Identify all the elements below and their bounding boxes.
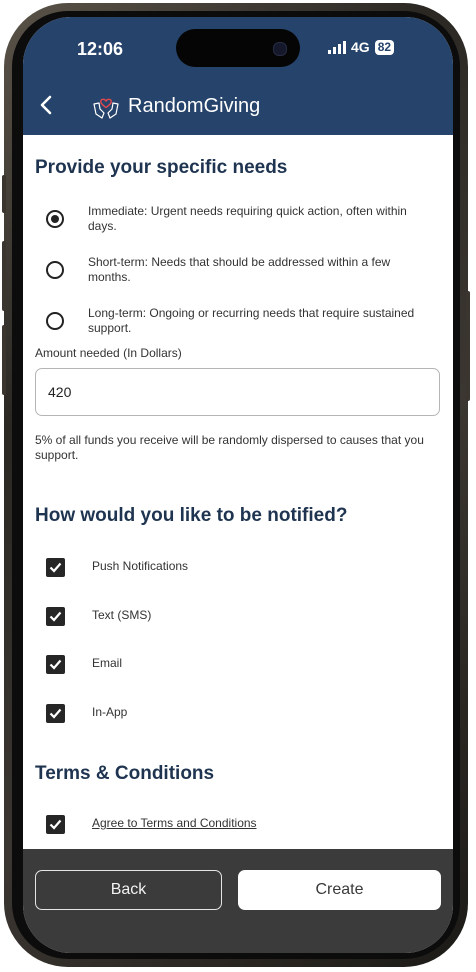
checkbox-in-app[interactable]: In-App xyxy=(23,701,453,727)
terms-heading: Terms & Conditions xyxy=(35,763,215,784)
notify-heading: How would you like to be notified? xyxy=(35,505,348,526)
radio-button[interactable] xyxy=(46,312,64,330)
needs-heading: Provide your specific needs xyxy=(35,157,288,178)
radio-label: Short-term: Needs that should be address… xyxy=(88,255,391,284)
radio-label: Immediate: Urgent needs requiring quick … xyxy=(88,204,407,233)
amount-input[interactable]: 420 xyxy=(35,368,440,416)
checkbox-label: Text (SMS) xyxy=(92,608,152,622)
status-indicators: 4G 82 xyxy=(328,39,395,55)
form-content: Provide your specific needs Immediate: U… xyxy=(23,135,453,849)
network-label: 4G xyxy=(351,39,370,55)
checkmark-icon xyxy=(49,819,62,830)
signal-icon xyxy=(328,40,346,54)
checkbox[interactable] xyxy=(46,815,65,834)
screen: 12:06 4G 82 RandomGiving Provide your sp… xyxy=(23,17,453,953)
volume-up-button xyxy=(2,241,6,311)
camera-icon xyxy=(273,42,287,56)
dynamic-island xyxy=(176,29,300,67)
checkbox-text-sms[interactable]: Text (SMS) xyxy=(23,604,453,630)
radio-option-short-term[interactable]: Short-term: Needs that should be address… xyxy=(23,252,453,292)
silent-switch xyxy=(2,175,6,213)
battery-icon: 82 xyxy=(374,39,395,55)
radio-option-long-term[interactable]: Long-term: Ongoing or recurring needs th… xyxy=(23,303,453,343)
create-button[interactable]: Create xyxy=(238,870,441,910)
radio-button[interactable] xyxy=(46,261,64,279)
checkmark-icon xyxy=(49,562,62,573)
checkbox-label: Email xyxy=(92,656,123,670)
checkbox-push-notifications[interactable]: Push Notifications xyxy=(23,555,453,581)
checkbox-label: Push Notifications xyxy=(92,559,189,573)
hands-heart-icon xyxy=(93,98,119,119)
checkmark-icon xyxy=(49,659,62,670)
checkbox-email[interactable]: Email xyxy=(23,652,453,678)
radio-button[interactable] xyxy=(46,210,64,228)
status-time: 12:06 xyxy=(77,39,124,59)
checkbox[interactable] xyxy=(46,558,65,577)
volume-down-button xyxy=(2,325,6,395)
funds-note: 5% of all funds you receive will be rand… xyxy=(35,433,424,462)
checkbox[interactable] xyxy=(46,704,65,723)
app-header: 12:06 4G 82 RandomGiving xyxy=(23,17,453,135)
checkbox-agree-terms[interactable]: Agree to Terms and Conditions xyxy=(23,812,453,838)
radio-selected-dot xyxy=(51,215,59,223)
terms-link[interactable]: Agree to Terms and Conditions xyxy=(92,816,257,830)
radio-option-immediate[interactable]: Immediate: Urgent needs requiring quick … xyxy=(23,201,453,241)
radio-label: Long-term: Ongoing or recurring needs th… xyxy=(88,306,415,335)
checkbox[interactable] xyxy=(46,607,65,626)
amount-label: Amount needed (In Dollars) xyxy=(35,346,182,360)
checkbox-label: In-App xyxy=(92,705,128,719)
power-button xyxy=(466,291,470,401)
app-title: RandomGiving xyxy=(128,95,261,117)
back-button[interactable]: Back xyxy=(35,870,222,910)
checkmark-icon xyxy=(49,611,62,622)
footer-bar: Back Create xyxy=(23,849,453,953)
checkbox[interactable] xyxy=(46,655,65,674)
chevron-left-icon[interactable] xyxy=(37,94,57,116)
checkmark-icon xyxy=(49,708,62,719)
